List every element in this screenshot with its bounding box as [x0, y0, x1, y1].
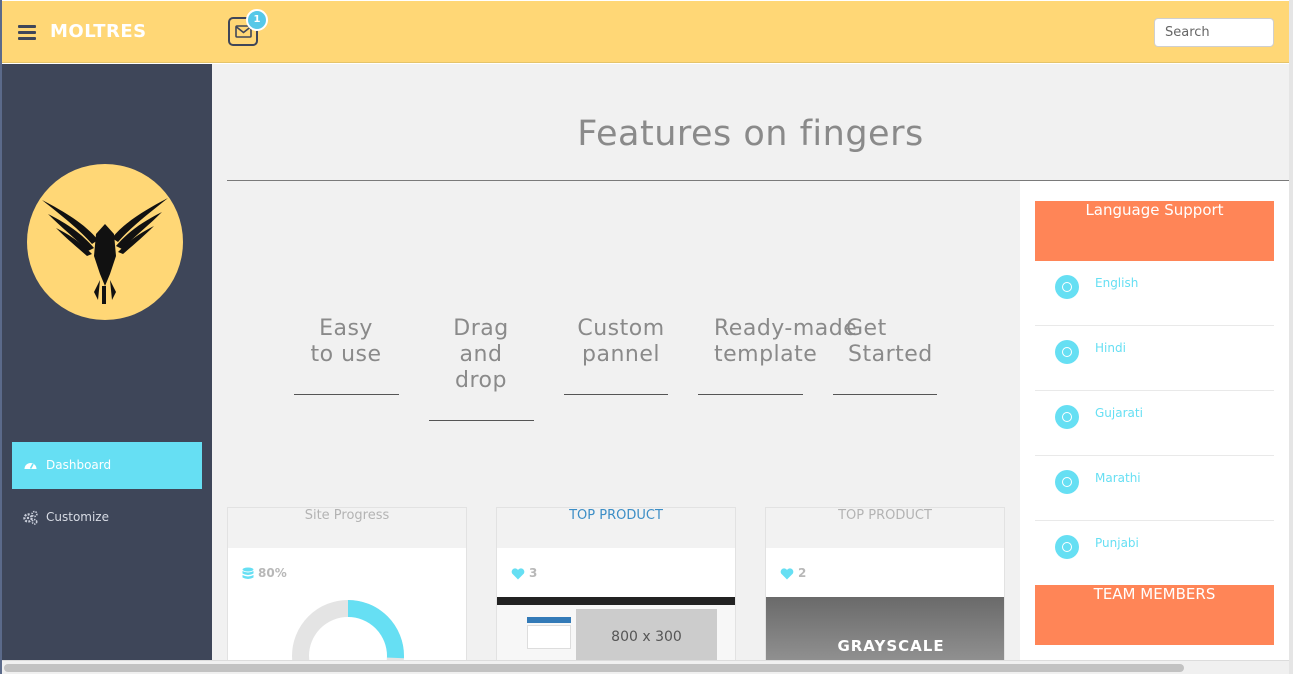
mail-button[interactable]: 1 — [228, 9, 268, 46]
list-item-english[interactable]: English — [1035, 261, 1274, 326]
list-item-hindi[interactable]: Hindi — [1035, 326, 1274, 391]
scrollbar-thumb[interactable] — [4, 664, 1184, 672]
vertical-scrollbar[interactable] — [1289, 0, 1293, 674]
top-navbar: MOLTRES 1 — [2, 1, 1289, 63]
sidebar-item-label: Dashboard — [46, 458, 112, 472]
progress-stat: 80% — [242, 566, 287, 581]
feature-divider — [698, 394, 803, 395]
feature-get-started[interactable]: Get Started — [833, 316, 937, 368]
clock-icon — [1055, 340, 1079, 364]
team-members-header: TEAM MEMBERS — [1035, 585, 1274, 645]
clock-icon — [1055, 275, 1079, 299]
clock-icon — [1055, 535, 1079, 559]
heart-icon — [780, 567, 794, 579]
image-placeholder: 800 x 300 — [576, 609, 717, 666]
card-title: TOP PRODUCT — [497, 508, 735, 548]
menu-toggle-icon[interactable] — [18, 25, 36, 40]
list-item-punjabi[interactable]: Punjabi — [1035, 521, 1274, 586]
product-preview-image: 800 x 300 — [497, 597, 735, 666]
feature-easy-to-use[interactable]: Easy to use — [294, 316, 398, 368]
clock-icon — [1055, 470, 1079, 494]
feature-drag-and-drop[interactable]: Drag and drop — [429, 316, 533, 394]
site-progress-card: Site Progress 80% — [227, 507, 467, 667]
feature-divider — [564, 394, 668, 395]
banner-text: GRAYSCALE — [837, 637, 945, 655]
eagle-icon — [42, 198, 168, 304]
list-item-gujarati[interactable]: Gujarati — [1035, 391, 1274, 456]
list-item-marathi[interactable]: Marathi — [1035, 456, 1274, 521]
feature-divider — [294, 394, 399, 395]
sidebar-item-label: Customize — [46, 510, 109, 524]
card-title: TOP PRODUCT — [766, 508, 1004, 548]
progress-donut-chart — [292, 600, 404, 666]
sidebar: Dashboard Customize — [2, 64, 212, 660]
top-product-card[interactable]: TOP PRODUCT 3 800 x 300 — [496, 507, 736, 667]
language-support-header: Language Support — [1035, 201, 1274, 261]
likes-stat: 2 — [780, 566, 806, 580]
dashboard-icon — [24, 463, 37, 469]
top-product-card-2[interactable]: TOP PRODUCT 2 GRAYSCALE — [765, 507, 1005, 667]
horizontal-scrollbar[interactable] — [2, 660, 1289, 674]
eagle-logo — [27, 164, 183, 320]
database-icon — [242, 567, 254, 579]
feature-custom-pannel[interactable]: Custom pannel — [564, 316, 678, 368]
card-title: Site Progress — [228, 508, 466, 548]
likes-stat: 3 — [511, 566, 537, 580]
brand-name[interactable]: MOLTRES — [50, 21, 147, 42]
sidebar-item-customize[interactable]: Customize — [12, 494, 202, 541]
sidebar-item-dashboard[interactable]: Dashboard — [12, 442, 202, 489]
right-panel: Language Support English Hindi Gujarati … — [1020, 181, 1289, 661]
page-title: Features on fingers — [577, 114, 924, 154]
heart-icon — [511, 567, 525, 579]
feature-divider — [833, 394, 937, 395]
gears-icon — [23, 510, 38, 525]
clock-icon — [1055, 405, 1079, 429]
feature-divider — [429, 420, 534, 421]
product-preview-image: GRAYSCALE — [766, 597, 1004, 666]
notification-badge: 1 — [246, 9, 268, 31]
search-input[interactable] — [1154, 18, 1274, 47]
